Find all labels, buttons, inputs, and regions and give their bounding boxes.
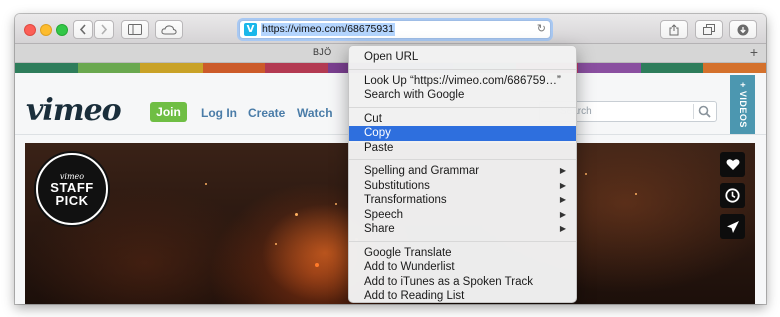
tabs-icon [703,24,715,35]
stripe-segment [202,63,266,73]
menu-item-label: Paste [364,141,394,154]
share-button[interactable] [660,20,688,39]
tabs-overview-button[interactable] [695,20,723,39]
submenu-arrow-icon: ▶ [559,195,566,204]
vimeo-favicon-icon: V [244,23,257,36]
clock-icon [725,188,740,203]
menu-item-label: Copy [364,127,391,139]
menu-item-label: Open URL [364,51,419,63]
menu-item-google-translate[interactable]: Google Translate [349,246,576,261]
menu-item-label: Share [364,223,395,235]
menu-item-substitutions[interactable]: Substitutions ▶ [349,179,576,194]
stripe-segment [140,63,203,73]
context-menu: Open URL Look Up “https://vimeo.com/68675… [348,45,577,303]
new-tab-button[interactable]: + [750,44,758,60]
menu-separator [349,240,576,242]
stripe-segment [15,63,78,73]
icloud-tabs-button[interactable] [155,20,183,39]
submenu-arrow-icon: ▶ [559,180,566,190]
menu-item-transformations[interactable]: Transformations ▶ [349,193,576,208]
menu-item-share[interactable]: Share ▶ [349,222,576,237]
watch-link[interactable]: Watch [297,106,333,120]
reload-icon[interactable]: ↻ [537,22,546,35]
menu-separator [349,159,576,160]
menu-item-copy[interactable]: Copy [349,126,576,141]
menu-item-search-with-google[interactable]: Search with Google [349,88,576,103]
stripe-segment [703,63,766,73]
create-link[interactable]: Create [248,106,285,120]
menu-item-paste[interactable]: Paste [349,141,576,156]
heart-icon [726,159,739,170]
paper-plane-icon [726,220,739,233]
stripe-segment [265,63,328,73]
login-link[interactable]: Log In [201,106,237,120]
tab-title[interactable]: BJÖ [313,47,331,57]
menu-item-label: Add to iTunes as a Spoken Track [364,275,533,288]
menu-item-open-url[interactable]: Open URL [349,50,576,65]
search-icon[interactable] [698,105,711,118]
sidebar-button[interactable] [121,20,149,39]
menu-item-label: Transformations [364,194,447,206]
menu-item-spelling-and-grammar[interactable]: Spelling and Grammar ▶ [349,164,576,179]
address-bar[interactable]: V https://vimeo.com/68675931 ↻ [239,20,551,39]
menu-item-label: Substitutions [364,179,430,192]
menu-item-speech[interactable]: Speech ▶ [349,208,576,223]
menu-item-add-to-wunderlist[interactable]: Add to Wunderlist [349,260,576,275]
menu-item-label: Spelling and Grammar [364,165,480,177]
menu-item-label: Speech [364,208,404,221]
stripe-segment [578,63,641,73]
menu-item-label: Add to Wunderlist [364,261,455,273]
vimeo-logo[interactable]: vimeo [26,93,122,128]
menu-item-label: Add to Reading List [364,290,465,302]
videos-tab[interactable]: + VIDEOS [730,75,755,134]
browser-toolbar: V https://vimeo.com/68675931 ↻ [15,14,766,44]
menu-item-label: Cut [364,112,382,125]
menu-item-label: Google Translate [364,246,452,259]
chevron-left-icon [79,24,86,35]
share-icon [669,23,679,35]
share-video-button[interactable] [720,214,745,239]
minimize-window-button[interactable] [40,24,52,36]
menu-separator [349,68,576,70]
menu-separator [349,106,576,108]
forward-button[interactable] [94,20,114,39]
menu-item-add-to-itunes-as-a-spoken-track[interactable]: Add to iTunes as a Spoken Track [349,275,576,290]
stripe-segment [77,63,141,73]
menu-item-label: Look Up “https://vimeo.com/686759…” [364,74,561,87]
back-button[interactable] [73,20,93,39]
close-window-button[interactable] [24,24,36,36]
download-icon [737,24,749,35]
stripe-segment [640,63,704,73]
badge-line-1: STAFF [50,179,94,195]
badge-line-2: PICK [55,192,89,208]
menu-item-label: Search with Google [364,89,465,101]
staff-pick-badge: vimeo STAFF PICK [36,153,108,225]
search-divider [693,104,694,119]
submenu-arrow-icon: ▶ [559,224,566,233]
chevron-right-icon [101,24,108,35]
join-button[interactable]: Join [150,102,187,122]
like-button[interactable] [720,152,745,177]
watch-later-button[interactable] [720,183,745,208]
videos-tab-label: + VIDEOS [737,81,748,128]
submenu-arrow-icon: ▶ [559,166,566,175]
menu-item-add-to-reading-list[interactable]: Add to Reading List [349,289,576,304]
downloads-button[interactable] [729,20,757,39]
submenu-arrow-icon: ▶ [559,209,566,219]
browser-window: V https://vimeo.com/68675931 ↻ BJÖ + vim… [15,14,766,304]
url-text[interactable]: https://vimeo.com/68675931 [261,23,395,36]
zoom-window-button[interactable] [56,24,68,36]
cloud-icon [161,24,177,34]
menu-item-look-up-https-vimeo-com-686759[interactable]: Look Up “https://vimeo.com/686759…” [349,74,576,89]
sidebar-icon [128,24,142,35]
menu-item-cut[interactable]: Cut [349,112,576,127]
